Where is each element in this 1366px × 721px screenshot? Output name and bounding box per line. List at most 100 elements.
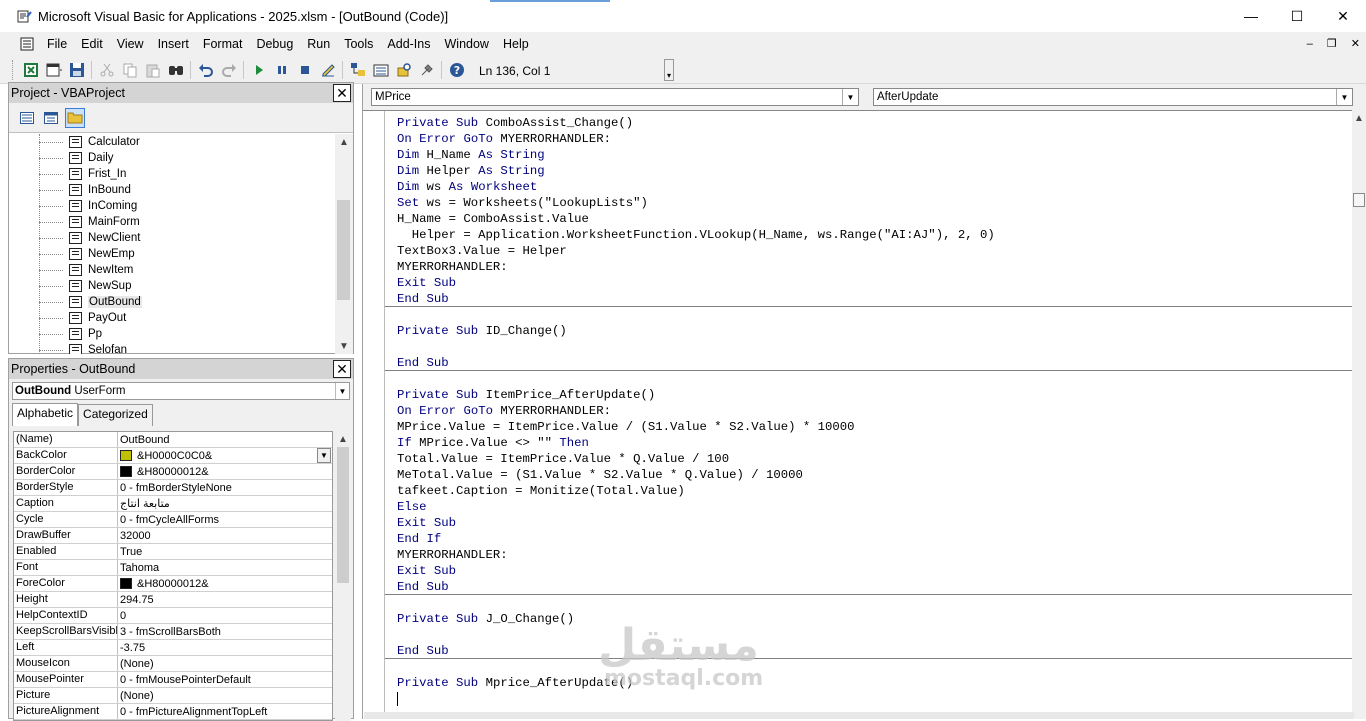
- help-icon[interactable]: ?: [445, 59, 468, 81]
- code-editor[interactable]: Private Sub ComboAssist_Change() On Error…: [363, 110, 1353, 716]
- project-tree-item[interactable]: Frist_In: [9, 166, 337, 182]
- minimize-button[interactable]: —: [1228, 0, 1274, 32]
- run-icon[interactable]: [247, 59, 270, 81]
- redo-icon[interactable]: [217, 59, 240, 81]
- insert-userform-icon[interactable]: [42, 59, 65, 81]
- menu-tools[interactable]: Tools: [337, 32, 380, 56]
- tab-categorized[interactable]: Categorized: [78, 404, 153, 426]
- menu-addins[interactable]: Add-Ins: [380, 32, 437, 56]
- code-line[interactable]: [397, 371, 1353, 387]
- code-line[interactable]: End Sub: [385, 579, 1353, 595]
- scroll-up-icon[interactable]: ▲: [335, 134, 353, 150]
- property-value[interactable]: 32000: [118, 528, 332, 543]
- property-row[interactable]: MousePointer 0 - fmMousePointerDefault: [14, 672, 332, 688]
- project-tree-item[interactable]: NewSup: [9, 278, 337, 294]
- property-value[interactable]: &H80000012&: [118, 576, 332, 591]
- property-row[interactable]: KeepScrollBarsVisible 3 - fmScrollBarsBot…: [14, 624, 332, 640]
- break-icon[interactable]: [270, 59, 293, 81]
- menu-insert[interactable]: Insert: [151, 32, 196, 56]
- property-value[interactable]: (None): [118, 656, 332, 671]
- property-row[interactable]: (Name) OutBound: [14, 432, 332, 448]
- project-tree-item[interactable]: NewEmp: [9, 246, 337, 262]
- tab-alphabetic[interactable]: Alphabetic: [12, 403, 79, 426]
- properties-icon[interactable]: [369, 59, 392, 81]
- property-value[interactable]: -3.75: [118, 640, 332, 655]
- project-tree-item[interactable]: InComing: [9, 198, 337, 214]
- save-icon[interactable]: [65, 59, 88, 81]
- code-line[interactable]: Set ws = Worksheets("LookupLists"): [397, 195, 1353, 211]
- project-tree-item[interactable]: MainForm: [9, 214, 337, 230]
- property-row[interactable]: BackColor &H0000C0C0& ▼: [14, 448, 332, 464]
- view-object-icon[interactable]: [41, 108, 61, 128]
- project-tree-item[interactable]: NewClient: [9, 230, 337, 246]
- menu-file[interactable]: File: [40, 32, 74, 56]
- menu-view[interactable]: View: [110, 32, 151, 56]
- property-row[interactable]: Picture (None): [14, 688, 332, 704]
- project-explorer-icon[interactable]: [346, 59, 369, 81]
- code-line[interactable]: TextBox3.Value = Helper: [397, 243, 1353, 259]
- property-row[interactable]: BorderStyle 0 - fmBorderStyleNone: [14, 480, 332, 496]
- code-line[interactable]: H_Name = ComboAssist.Value: [397, 211, 1353, 227]
- toolbox-icon[interactable]: [415, 59, 438, 81]
- property-row[interactable]: DrawBuffer 32000: [14, 528, 332, 544]
- property-value[interactable]: 0: [118, 608, 332, 623]
- mdi-restore-button[interactable]: ❐: [1327, 32, 1337, 56]
- code-line[interactable]: [397, 659, 1353, 675]
- code-line[interactable]: Total.Value = ItemPrice.Value * Q.Value …: [397, 451, 1353, 467]
- code-line[interactable]: End Sub: [385, 355, 1353, 371]
- paste-icon[interactable]: [141, 59, 164, 81]
- property-row[interactable]: Font Tahoma: [14, 560, 332, 576]
- property-value[interactable]: True: [118, 544, 332, 559]
- code-line[interactable]: MYERRORHANDLER:: [397, 259, 1353, 275]
- menu-help[interactable]: Help: [496, 32, 536, 56]
- mdi-close-button[interactable]: ✕: [1351, 32, 1360, 56]
- code-horizontal-scrollbar[interactable]: [364, 712, 1354, 719]
- project-tree-item[interactable]: Pp: [9, 326, 337, 342]
- scroll-up-icon[interactable]: ▲: [335, 431, 351, 447]
- property-value[interactable]: 3 - fmScrollBarsBoth: [118, 624, 332, 639]
- code-line[interactable]: Helper = Application.WorksheetFunction.V…: [397, 227, 1353, 243]
- property-row[interactable]: ForeColor &H80000012&: [14, 576, 332, 592]
- code-line[interactable]: Exit Sub: [397, 275, 1353, 291]
- code-line[interactable]: On Error GoTo MYERRORHANDLER:: [397, 131, 1353, 147]
- toggle-folders-icon[interactable]: [65, 107, 85, 128]
- code-line[interactable]: tafkeet.Caption = Monitize(Total.Value): [397, 483, 1353, 499]
- code-line[interactable]: Private Sub ID_Change(): [397, 323, 1353, 339]
- property-value[interactable]: (None): [118, 688, 332, 703]
- code-line[interactable]: End Sub: [385, 643, 1353, 659]
- property-row[interactable]: HelpContextID 0: [14, 608, 332, 624]
- view-code-icon[interactable]: [17, 108, 37, 128]
- code-line[interactable]: Else: [397, 499, 1353, 515]
- scrollbar-thumb[interactable]: [337, 447, 349, 583]
- code-line[interactable]: [397, 307, 1353, 323]
- menu-format[interactable]: Format: [196, 32, 250, 56]
- code-line[interactable]: MeTotal.Value = (S1.Value * S2.Value * Q…: [397, 467, 1353, 483]
- code-line[interactable]: If MPrice.Value <> "" Then: [397, 435, 1353, 451]
- code-margin[interactable]: [363, 111, 385, 716]
- scrollbar-thumb[interactable]: [1353, 193, 1365, 207]
- property-value[interactable]: OutBound: [118, 432, 332, 447]
- project-tree-scrollbar[interactable]: ▲ ▼: [335, 134, 353, 354]
- object-selector[interactable]: OutBound UserForm ▼: [12, 382, 350, 400]
- close-button[interactable]: ✕: [1320, 0, 1366, 32]
- cut-icon[interactable]: [95, 59, 118, 81]
- property-value[interactable]: &H0000C0C0& ▼: [118, 448, 332, 463]
- close-icon[interactable]: ✕: [333, 360, 351, 378]
- code-line[interactable]: [397, 627, 1353, 643]
- project-tree-item[interactable]: OutBound: [9, 294, 337, 310]
- code-line[interactable]: Dim Helper As String: [397, 163, 1353, 179]
- property-row[interactable]: PictureAlignment 0 - fmPictureAlignmentTo…: [14, 704, 332, 720]
- procedure-combo[interactable]: AfterUpdate ▼: [873, 88, 1353, 106]
- property-row[interactable]: Cycle 0 - fmCycleAllForms: [14, 512, 332, 528]
- project-tree-item[interactable]: NewItem: [9, 262, 337, 278]
- property-value[interactable]: 0 - fmMousePointerDefault: [118, 672, 332, 687]
- design-mode-icon[interactable]: [316, 59, 339, 81]
- toolbar-options-icon[interactable]: ▾: [664, 58, 674, 81]
- code-line[interactable]: Dim H_Name As String: [397, 147, 1353, 163]
- project-tree-item[interactable]: InBound: [9, 182, 337, 198]
- project-tree-item[interactable]: PayOut: [9, 310, 337, 326]
- scroll-up-icon[interactable]: ▲: [1352, 110, 1366, 126]
- code-line[interactable]: [397, 595, 1353, 611]
- project-tree-item[interactable]: Selofan: [9, 342, 337, 354]
- project-tree-item[interactable]: Daily: [9, 150, 337, 166]
